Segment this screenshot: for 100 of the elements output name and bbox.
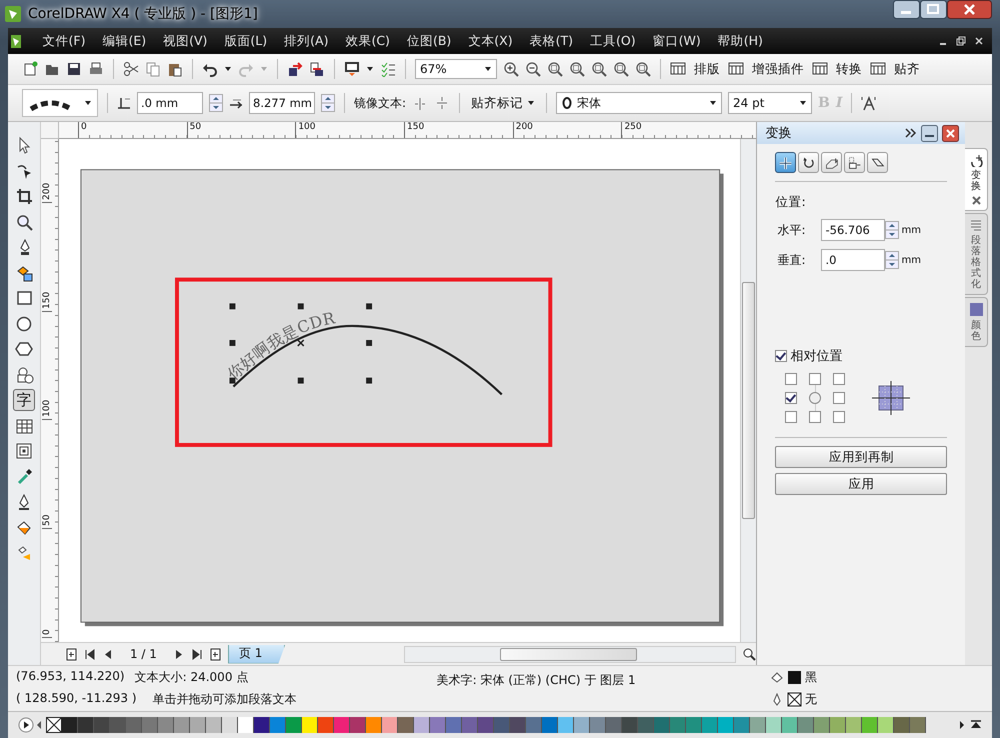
export-icon[interactable] [309, 61, 325, 77]
paste-icon[interactable] [167, 61, 183, 77]
zoom-level-dropdown[interactable]: 67% [415, 59, 497, 79]
color-swatch[interactable] [366, 717, 382, 733]
move-cross-icon[interactable] [775, 152, 796, 173]
offset-field[interactable]: .0 mm [137, 92, 203, 114]
selection-handle[interactable] [229, 340, 236, 346]
checkbox[interactable] [775, 350, 788, 362]
anchor-checkbox[interactable] [833, 373, 846, 385]
color-swatch[interactable] [158, 717, 174, 733]
position-field[interactable]: .0 [821, 249, 886, 271]
menu-item[interactable]: 表格(T) [521, 32, 582, 50]
play-icon[interactable] [18, 717, 34, 733]
text-tool-button[interactable]: 字 [12, 389, 35, 411]
scrollbar-thumb[interactable] [500, 648, 638, 660]
color-swatch[interactable] [494, 717, 510, 733]
grid-icon[interactable] [870, 61, 886, 77]
color-swatch[interactable] [286, 717, 302, 733]
toolbar-button[interactable]: 转换 [834, 60, 864, 78]
color-swatch[interactable] [654, 717, 670, 733]
zoom-selected-icon[interactable] [547, 61, 563, 77]
monitor-icon[interactable] [344, 61, 360, 77]
color-swatch[interactable] [270, 717, 286, 733]
selection-handle[interactable] [366, 378, 372, 384]
scrollbar-thumb[interactable] [742, 282, 756, 519]
color-swatch[interactable] [350, 717, 366, 733]
color-swatch[interactable] [254, 717, 270, 733]
caret-icon[interactable] [709, 99, 718, 107]
color-swatch[interactable] [510, 717, 526, 733]
skew-icon[interactable] [867, 152, 888, 173]
zoom-width-icon[interactable] [613, 61, 629, 77]
color-swatch[interactable] [94, 717, 110, 733]
color-swatch[interactable] [862, 717, 878, 733]
color-swatch[interactable] [78, 717, 94, 733]
checklist-icon[interactable] [380, 61, 396, 77]
menu-item[interactable]: 效果(C) [336, 32, 398, 50]
menu-item[interactable]: 排列(A) [276, 32, 337, 50]
close-icon[interactable] [942, 124, 960, 142]
color-swatch[interactable] [110, 717, 126, 733]
color-swatch[interactable] [398, 717, 414, 733]
color-swatch[interactable] [222, 717, 238, 733]
scissors-icon[interactable] [123, 61, 139, 77]
caret-icon[interactable] [484, 65, 492, 73]
curved-text[interactable]: 你好啊我是CDR [224, 308, 336, 384]
color-swatch[interactable] [62, 717, 78, 733]
color-swatch[interactable] [478, 717, 494, 733]
apply-button[interactable]: 应用 [775, 473, 948, 495]
color-swatch[interactable] [814, 717, 830, 733]
toolbar-button[interactable]: 增强插件 [750, 60, 806, 78]
color-swatch[interactable] [686, 717, 702, 733]
text-properties-icon[interactable] [861, 95, 878, 111]
double-chevron-icon[interactable] [904, 126, 918, 140]
grid-icon[interactable] [728, 61, 744, 77]
color-swatch[interactable] [734, 717, 750, 733]
caret-icon[interactable] [366, 65, 374, 73]
docker-tab[interactable]: 颜色 [965, 297, 988, 347]
color-swatch[interactable] [750, 717, 766, 733]
anchor-radio[interactable] [809, 392, 822, 404]
text-path-preset-dropdown[interactable] [22, 89, 98, 117]
color-swatch[interactable] [718, 717, 734, 733]
color-swatch[interactable] [782, 717, 798, 733]
docker-tab[interactable]: 变换 [965, 148, 988, 211]
import-icon[interactable] [287, 61, 303, 77]
color-swatch[interactable] [590, 717, 606, 733]
color-swatch[interactable] [558, 717, 574, 733]
color-swatch[interactable] [446, 717, 462, 733]
minimize-icon[interactable] [893, 0, 920, 19]
position-field[interactable]: -56.706 [821, 219, 886, 241]
scale-icon[interactable] [821, 152, 842, 173]
drawing-canvas[interactable]: 你好啊我是CDR [58, 139, 740, 642]
zoom-height-icon[interactable] [635, 61, 651, 77]
color-swatch[interactable] [670, 717, 686, 733]
zoom-all-icon[interactable] [569, 61, 585, 77]
caret-icon[interactable] [224, 65, 232, 73]
add-page-icon[interactable] [208, 648, 222, 660]
anchor-checkbox[interactable] [809, 373, 822, 385]
copy-icon[interactable] [145, 61, 161, 77]
menu-item[interactable]: 工具(O) [582, 32, 644, 50]
zoom-page-icon[interactable] [591, 61, 607, 77]
spin-buttons[interactable] [321, 94, 335, 112]
toolbar-button[interactable]: 排版 [692, 60, 722, 78]
anchor-checkbox[interactable] [785, 392, 798, 404]
color-swatch[interactable] [878, 717, 894, 733]
menu-item[interactable]: 帮助(H) [709, 32, 772, 50]
color-swatch[interactable] [910, 717, 926, 733]
selection-handle[interactable] [366, 303, 372, 310]
toolbar-button[interactable]: 贴齐 [892, 60, 922, 78]
menu-item[interactable]: 视图(V) [154, 32, 216, 50]
grid-icon[interactable] [812, 61, 828, 77]
color-swatch[interactable] [126, 717, 142, 733]
color-swatch[interactable] [190, 717, 206, 733]
caret-icon[interactable] [84, 99, 92, 107]
close-icon[interactable] [970, 195, 982, 206]
minimize-icon[interactable] [921, 124, 938, 142]
rotate-icon[interactable] [798, 152, 820, 173]
menu-item[interactable]: 版面(L) [216, 32, 276, 50]
snap-marks-dropdown[interactable]: 贴齐标记 [469, 94, 538, 112]
spin-buttons[interactable] [209, 94, 223, 112]
no-color-swatch-icon[interactable] [46, 717, 62, 733]
color-swatch[interactable] [830, 717, 846, 733]
